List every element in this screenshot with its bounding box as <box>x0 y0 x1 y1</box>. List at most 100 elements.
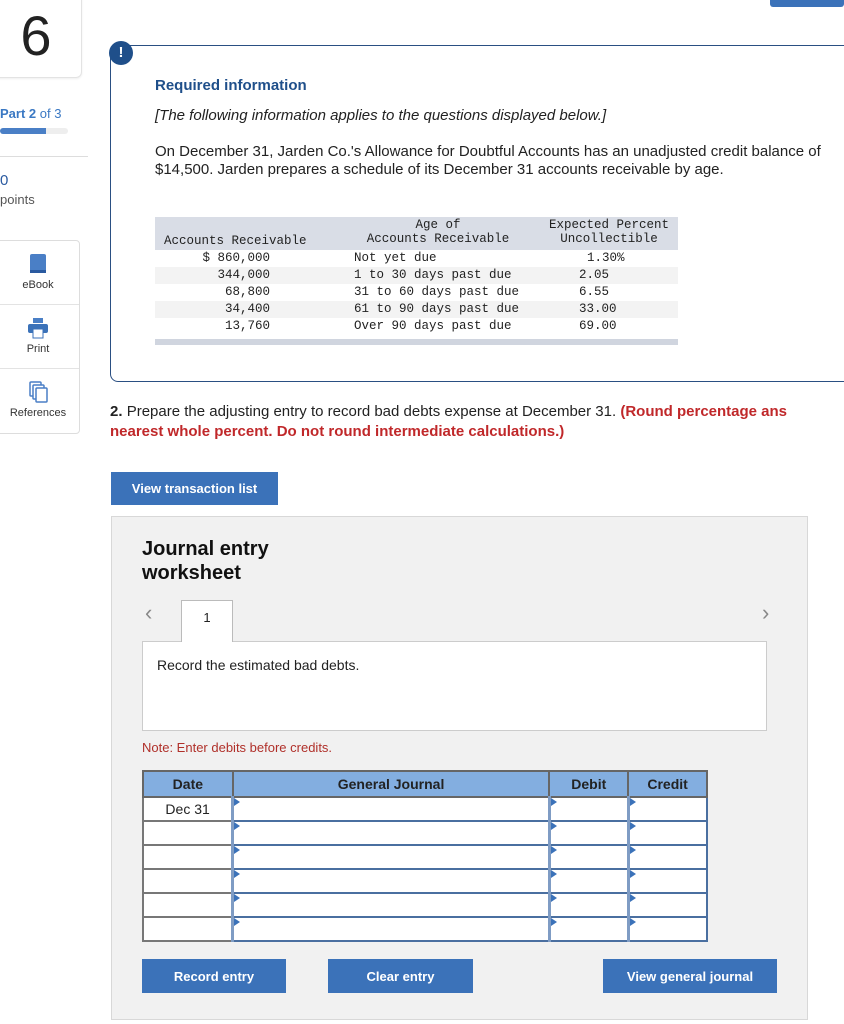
debit-input[interactable] <box>547 892 630 918</box>
credit-input[interactable] <box>626 820 708 846</box>
credit-input[interactable] <box>626 916 708 942</box>
header-age: Age of Accounts Receivable <box>366 218 510 246</box>
question-number-label: 2. <box>110 403 123 420</box>
view-general-journal-button[interactable]: View general journal <box>603 959 777 993</box>
info-title: Required information <box>155 77 307 94</box>
age-cell: 1 to 30 days past due <box>354 268 512 282</box>
journal-worksheet-panel <box>111 516 808 1020</box>
table-row: $ 860,000 Not yet due 1.30% <box>155 250 678 267</box>
age-cell: 61 to 90 days past due <box>354 302 520 316</box>
info-paragraph: On December 31, Jarden Co.'s Allowance f… <box>155 143 821 178</box>
record-entry-button[interactable]: Record entry <box>142 959 286 993</box>
date-cell[interactable] <box>142 892 234 918</box>
ebook-button[interactable]: eBook <box>0 241 79 305</box>
date-cell[interactable] <box>142 868 234 894</box>
age-cell: Over 90 days past due <box>354 319 512 333</box>
credit-input[interactable] <box>626 868 708 894</box>
journal-row <box>142 916 708 942</box>
table-header: Accounts Receivable Age of Accounts Rece… <box>155 217 678 250</box>
amount-cell: 13,760 <box>224 319 270 333</box>
percent-cell: 69.00 <box>579 319 617 333</box>
references-button[interactable]: References <box>0 369 79 433</box>
percent-cell: 1.30% <box>587 251 625 265</box>
rounding-instruction: (Round percentage ans <box>620 403 788 420</box>
worksheet-title: Journal entry worksheet <box>142 537 269 585</box>
credit-input[interactable] <box>626 844 708 870</box>
worksheet-title-line1: Journal entry <box>142 538 269 560</box>
part-indicator: Part 2 of 3 <box>0 106 61 121</box>
worksheet-title-line2: worksheet <box>142 562 241 584</box>
question-number: 6 <box>0 0 82 78</box>
journal-row <box>142 892 708 918</box>
debit-input[interactable] <box>547 820 630 846</box>
age-cell: Not yet due <box>354 251 437 265</box>
info-subtitle: [The following information applies to th… <box>155 107 607 124</box>
debit-input[interactable] <box>547 868 630 894</box>
journal-table: Date General Journal Debit Credit Dec 31 <box>142 770 708 942</box>
col-debit: Debit <box>548 770 630 798</box>
printer-icon <box>28 318 48 339</box>
points-label: points <box>0 192 35 207</box>
print-label: Print <box>26 343 50 355</box>
account-input[interactable] <box>231 916 551 942</box>
journal-row <box>142 868 708 894</box>
book-icon <box>30 254 46 273</box>
journal-row <box>142 844 708 870</box>
col-credit: Credit <box>627 770 708 798</box>
next-arrow-icon[interactable]: › <box>762 600 769 626</box>
prev-arrow-icon[interactable]: ‹ <box>145 600 152 626</box>
table-row: 34,400 61 to 90 days past due 33.00 <box>155 301 678 318</box>
date-cell[interactable]: Dec 31 <box>142 796 234 822</box>
part-label: Part <box>0 106 26 121</box>
date-cell[interactable] <box>142 916 234 942</box>
points-value: 0 <box>0 172 9 189</box>
percent-cell: 33.00 <box>579 302 617 316</box>
copy-icon <box>29 381 48 403</box>
amount-cell: 344,000 <box>217 268 270 282</box>
debits-note: Note: Enter debits before credits. <box>142 740 333 755</box>
table-row: 13,760 Over 90 days past due 69.00 <box>155 318 678 335</box>
journal-row: Dec 31 <box>142 796 708 822</box>
header-percent: Expected Percent Uncollectible <box>548 218 670 246</box>
col-general-journal: General Journal <box>231 770 551 798</box>
tab-entry-1[interactable]: 1 <box>181 600 233 642</box>
debit-input[interactable] <box>547 916 630 942</box>
account-input[interactable] <box>231 844 551 870</box>
view-transaction-list-button[interactable]: View transaction list <box>111 472 278 505</box>
divider <box>0 156 88 157</box>
ebook-label: eBook <box>22 279 54 291</box>
header-accounts-receivable: Accounts Receivable <box>164 234 307 248</box>
journal-row <box>142 820 708 846</box>
date-cell[interactable] <box>142 820 234 846</box>
account-input[interactable] <box>231 868 551 894</box>
credit-input[interactable] <box>626 892 708 918</box>
print-button[interactable]: Print <box>0 305 79 369</box>
table-row: 344,000 1 to 30 days past due 2.05 <box>155 267 678 284</box>
clear-entry-button[interactable]: Clear entry <box>328 959 473 993</box>
account-input[interactable] <box>231 796 551 822</box>
percent-cell: 2.05 <box>579 268 610 282</box>
progress-fill <box>0 128 46 134</box>
table-footer-bar <box>155 339 678 345</box>
date-cell[interactable] <box>142 844 234 870</box>
part-current: 2 <box>28 106 37 121</box>
part-progress-bar <box>0 128 68 134</box>
tools-panel: eBook Print References <box>0 240 80 434</box>
col-date: Date <box>142 770 234 798</box>
alert-icon: ! <box>109 41 133 65</box>
account-input[interactable] <box>231 892 551 918</box>
debit-input[interactable] <box>547 844 630 870</box>
references-label: References <box>9 407 67 419</box>
part-of: of 3 <box>39 106 62 121</box>
age-cell: 31 to 60 days past due <box>354 285 520 299</box>
debit-input[interactable] <box>547 796 630 822</box>
question-body: Prepare the adjusting entry to record ba… <box>126 403 617 420</box>
credit-input[interactable] <box>626 796 708 822</box>
top-right-button[interactable] <box>770 0 844 7</box>
amount-cell: $ 860,000 <box>202 251 270 265</box>
aging-schedule-table: Accounts Receivable Age of Accounts Rece… <box>155 217 678 345</box>
account-input[interactable] <box>231 820 551 846</box>
table-row: 68,800 31 to 60 days past due 6.55 <box>155 284 678 301</box>
rounding-instruction-cont: nearest whole percent. Do not round inte… <box>110 423 565 440</box>
question-text: 2. Prepare the adjusting entry to record… <box>110 402 844 442</box>
